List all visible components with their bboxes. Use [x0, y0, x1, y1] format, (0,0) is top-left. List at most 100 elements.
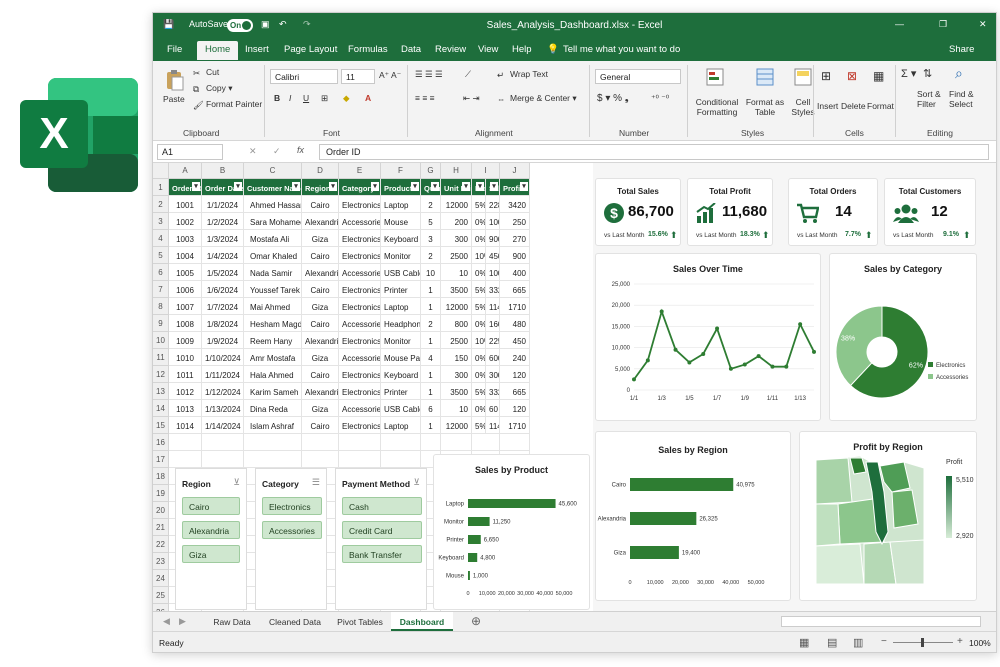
- table-cell[interactable]: Ahmed Hassan: [244, 196, 302, 213]
- tab-raw-data[interactable]: Raw Data: [203, 612, 261, 631]
- table-cell[interactable]: Cairo: [302, 196, 339, 213]
- menu-data[interactable]: Data: [401, 44, 421, 55]
- name-box[interactable]: A1: [157, 144, 223, 160]
- table-cell[interactable]: 3420: [500, 196, 530, 213]
- table-cell[interactable]: 3: [421, 230, 441, 247]
- table-cell[interactable]: Amr Mostafa: [244, 349, 302, 366]
- table-cell[interactable]: 300: [441, 366, 472, 383]
- table-cell[interactable]: 1: [421, 366, 441, 383]
- table-cell[interactable]: Islam Ashraf: [244, 417, 302, 434]
- table-cell[interactable]: 0%: [472, 213, 486, 230]
- row-header[interactable]: 16: [153, 434, 169, 451]
- indent-icon[interactable]: ⇤ ⇥: [463, 93, 480, 104]
- empty-cell[interactable]: [244, 451, 302, 468]
- table-cell[interactable]: Cairo: [302, 247, 339, 264]
- share-button[interactable]: Share: [949, 44, 974, 55]
- table-cell[interactable]: 1000: [486, 213, 500, 230]
- format-table-icon[interactable]: [755, 67, 775, 87]
- table-cell[interactable]: Giza: [302, 349, 339, 366]
- paste-icon[interactable]: [165, 69, 185, 91]
- table-cell[interactable]: 1004: [169, 247, 202, 264]
- menu-view[interactable]: View: [478, 44, 498, 55]
- sort-filter-icon[interactable]: ⇅: [923, 67, 932, 80]
- table-cell[interactable]: Electronics: [339, 417, 381, 434]
- table-cell[interactable]: Hesham Magdy: [244, 315, 302, 332]
- table-cell[interactable]: Dina Reda: [244, 400, 302, 417]
- table-cell[interactable]: 12000: [441, 196, 472, 213]
- table-cell[interactable]: 12000: [441, 417, 472, 434]
- table-cell[interactable]: Alexandria: [302, 383, 339, 400]
- table-cell[interactable]: 665: [500, 281, 530, 298]
- cut-button[interactable]: ✂ Cut: [193, 67, 219, 78]
- menu-home[interactable]: Home: [197, 41, 239, 60]
- table-cell[interactable]: 11400: [486, 417, 500, 434]
- copy-button[interactable]: ⧉ Copy ▾: [193, 83, 232, 94]
- merge-center-button[interactable]: ⇔ Merge & Center ▾: [497, 93, 577, 104]
- menu-file[interactable]: File: [167, 44, 182, 55]
- empty-cell[interactable]: [244, 434, 302, 451]
- insert-cells-button[interactable]: Insert: [817, 101, 838, 111]
- table-cell[interactable]: Cairo: [302, 281, 339, 298]
- slicer-item-credit-card[interactable]: Credit Card: [342, 521, 422, 539]
- table-cell[interactable]: Mouse: [381, 213, 421, 230]
- empty-cell[interactable]: [339, 434, 381, 451]
- slicer-item-bank-transfer[interactable]: Bank Transfer: [342, 545, 422, 563]
- table-cell[interactable]: Mouse Pad: [381, 349, 421, 366]
- close-icon[interactable]: ✕: [979, 19, 987, 30]
- table-cell[interactable]: Mai Ahmed: [244, 298, 302, 315]
- format-as-table-button[interactable]: Format as Table: [743, 97, 787, 117]
- row-header[interactable]: 14: [153, 400, 169, 417]
- table-cell[interactable]: Alexandria: [302, 332, 339, 349]
- table-cell[interactable]: 1: [421, 281, 441, 298]
- table-header-cell[interactable]: Category: [339, 179, 381, 196]
- format-cells-icon[interactable]: ▦: [873, 69, 884, 83]
- table-cell[interactable]: 1/4/2024: [202, 247, 244, 264]
- table-header-cell[interactable]: Discount: [472, 179, 486, 196]
- tell-me-search[interactable]: Tell me what you want to do: [563, 44, 680, 55]
- table-cell[interactable]: Cairo: [302, 417, 339, 434]
- table-cell[interactable]: 5%: [472, 281, 486, 298]
- row-header[interactable]: 25: [153, 587, 169, 604]
- table-cell[interactable]: 10%: [472, 332, 486, 349]
- table-cell[interactable]: 900: [500, 247, 530, 264]
- table-cell[interactable]: Giza: [302, 230, 339, 247]
- find-icon[interactable]: ⌕: [955, 65, 963, 82]
- row-header[interactable]: 21: [153, 519, 169, 536]
- table-cell[interactable]: 1710: [500, 298, 530, 315]
- table-header-cell[interactable]: Region: [302, 179, 339, 196]
- empty-cell[interactable]: [421, 434, 441, 451]
- table-cell[interactable]: 10%: [472, 247, 486, 264]
- row-header[interactable]: 2: [153, 196, 169, 213]
- table-cell[interactable]: 665: [500, 383, 530, 400]
- table-cell[interactable]: 22800: [486, 196, 500, 213]
- table-cell[interactable]: 1006: [169, 281, 202, 298]
- row-header[interactable]: 15: [153, 417, 169, 434]
- table-cell[interactable]: Keyboard: [381, 366, 421, 383]
- enter-icon[interactable]: ✓: [273, 146, 281, 157]
- table-cell[interactable]: 1/2/2024: [202, 213, 244, 230]
- table-header-cell[interactable]: Quantity: [421, 179, 441, 196]
- orientation-icon[interactable]: ⟋: [465, 69, 471, 80]
- table-cell[interactable]: 5%: [472, 383, 486, 400]
- table-cell[interactable]: 1007: [169, 298, 202, 315]
- table-cell[interactable]: Giza: [302, 298, 339, 315]
- menu-help[interactable]: Help: [512, 44, 532, 55]
- page-break-icon[interactable]: ▥: [853, 636, 863, 649]
- row-header[interactable]: 23: [153, 553, 169, 570]
- table-cell[interactable]: 5: [421, 213, 441, 230]
- zoom-in-icon[interactable]: +: [957, 636, 963, 647]
- table-cell[interactable]: 1003: [169, 230, 202, 247]
- slicer-item-cairo[interactable]: Cairo: [182, 497, 240, 515]
- table-cell[interactable]: Laptop: [381, 298, 421, 315]
- table-cell[interactable]: Accessories: [339, 264, 381, 281]
- table-cell[interactable]: 1600: [486, 315, 500, 332]
- sort-filter-button[interactable]: Sort & Filter: [917, 89, 949, 109]
- table-cell[interactable]: Mostafa Ali: [244, 230, 302, 247]
- table-cell[interactable]: 1/12/2024: [202, 383, 244, 400]
- table-cell[interactable]: 120: [500, 366, 530, 383]
- table-cell[interactable]: 1009: [169, 332, 202, 349]
- table-cell[interactable]: 1010: [169, 349, 202, 366]
- minimize-icon[interactable]: —: [895, 19, 904, 29]
- table-cell[interactable]: 0%: [472, 230, 486, 247]
- paste-label[interactable]: Paste: [163, 94, 185, 104]
